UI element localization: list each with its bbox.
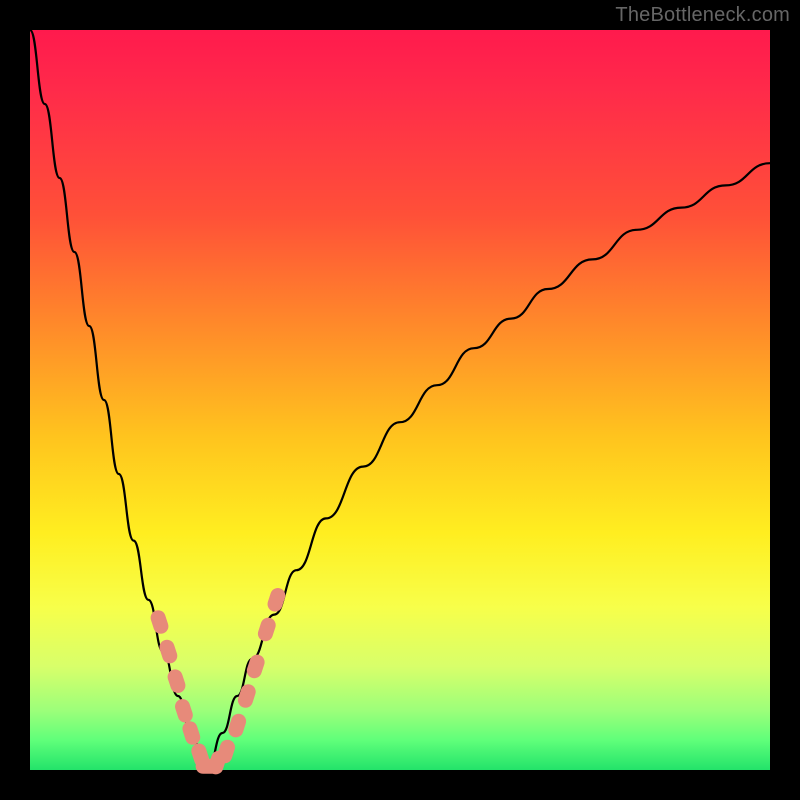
data-marker: [256, 616, 278, 643]
data-marker: [166, 667, 188, 694]
outer-frame: TheBottleneck.com: [0, 0, 800, 800]
curve-right-branch: [208, 163, 770, 770]
data-marker: [158, 638, 180, 665]
data-marker: [245, 653, 267, 680]
marker-group: [149, 586, 288, 776]
data-marker: [180, 719, 202, 746]
watermark-text: TheBottleneck.com: [615, 4, 790, 27]
plot-area: [30, 30, 770, 770]
data-marker: [236, 682, 258, 709]
chart-svg: [30, 30, 770, 770]
data-marker: [149, 608, 171, 635]
data-marker: [266, 586, 288, 613]
data-marker: [173, 697, 195, 724]
curve-left-branch: [30, 30, 208, 770]
